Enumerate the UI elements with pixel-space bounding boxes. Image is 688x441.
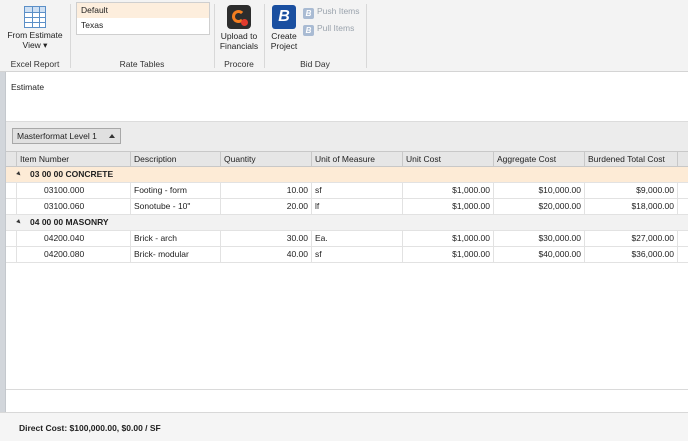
grouping-toolbar: Masterformat Level 1 xyxy=(6,121,688,151)
create-project-button[interactable]: B Create Project xyxy=(266,2,302,51)
cell-quantity[interactable]: 40.00 xyxy=(221,247,312,262)
table-row[interactable]: 04200.040 Brick - arch 30.00 Ea. $1,000.… xyxy=(6,231,688,247)
cell-quantity[interactable]: 10.00 xyxy=(221,183,312,198)
view-label: View ▾ xyxy=(22,40,48,50)
ribbon: From Estimate View ▾ Excel Report Rate T… xyxy=(0,0,688,72)
cell-unit-of-measure[interactable]: sf xyxy=(312,247,403,262)
row-indicator xyxy=(6,199,17,214)
from-estimate-view-button[interactable]: From Estimate View ▾ xyxy=(4,2,66,50)
collapse-triangle-icon[interactable] xyxy=(16,171,22,177)
column-header-unit-of-measure[interactable]: Unit of Measure xyxy=(312,152,403,167)
cell-burdened-total-cost[interactable]: $27,000.00 xyxy=(585,231,678,246)
column-header-description[interactable]: Description xyxy=(131,152,221,167)
rate-table-list[interactable]: Default Texas xyxy=(76,2,210,35)
cell-aggregate-cost[interactable]: $10,000.00 xyxy=(494,183,585,198)
cell-quantity[interactable]: 20.00 xyxy=(221,199,312,214)
column-header-item-number[interactable]: Item Number xyxy=(17,152,131,167)
cell-item-number[interactable]: 03100.000 xyxy=(17,183,131,198)
cell-unit-cost[interactable]: $1,000.00 xyxy=(403,247,494,262)
row-indicator xyxy=(6,183,17,198)
cell-unit-cost[interactable]: $1,000.00 xyxy=(403,199,494,214)
cell-unit-of-measure[interactable]: lf xyxy=(312,199,403,214)
cell-unit-of-measure[interactable]: Ea. xyxy=(312,231,403,246)
table-row[interactable]: 04200.080 Brick- modular 40.00 sf $1,000… xyxy=(6,247,688,263)
buildingconnected-icon: B xyxy=(272,5,296,29)
cell-aggregate-cost[interactable]: $30,000.00 xyxy=(494,231,585,246)
group-title-text: 03 00 00 CONCRETE xyxy=(30,169,114,179)
row-indicator xyxy=(6,231,17,246)
cell-unit-of-measure[interactable]: sf xyxy=(312,183,403,198)
caret-up-icon xyxy=(109,134,115,138)
cell-burdened-total-cost[interactable]: $18,000.00 xyxy=(585,199,678,214)
grid-bottom-divider xyxy=(6,389,688,390)
group-divider xyxy=(366,4,367,68)
procore-icon xyxy=(227,5,251,29)
cell-description[interactable]: Footing - form xyxy=(131,183,221,198)
status-footer: Direct Cost: $100,000.00, $0.00 / SF xyxy=(0,412,688,441)
estimate-title: Estimate xyxy=(11,82,45,92)
from-estimate-label: From Estimate xyxy=(7,30,63,40)
group-row-concrete[interactable]: 03 00 00 CONCRETE xyxy=(6,167,688,183)
group-row-masonry[interactable]: 04 00 00 MASONRY xyxy=(6,215,688,231)
column-header-burdened-total-cost[interactable]: Burdened Total Cost xyxy=(585,152,678,167)
upload-to-financials-button[interactable]: Upload to Financials xyxy=(216,2,262,51)
direct-cost-summary: Direct Cost: $100,000.00, $0.00 / SF xyxy=(19,423,161,433)
collapse-triangle-icon[interactable] xyxy=(16,219,22,225)
table-row[interactable]: 03100.060 Sonotube - 10" 20.00 lf $1,000… xyxy=(6,199,688,215)
push-icon: B xyxy=(303,8,314,19)
procore-label: Procore xyxy=(224,59,254,69)
row-indicator xyxy=(6,247,17,262)
rate-tables-label: Rate Tables xyxy=(119,59,165,69)
upload-label: Upload to xyxy=(220,31,258,41)
cell-item-number[interactable]: 04200.040 xyxy=(17,231,131,246)
group-by-label: Masterformat Level 1 xyxy=(17,131,97,141)
column-header-quantity[interactable]: Quantity xyxy=(221,152,312,167)
pull-items-label: Pull Items xyxy=(317,23,355,33)
column-header-unit-cost[interactable]: Unit Cost xyxy=(403,152,494,167)
cell-unit-cost[interactable]: $1,000.00 xyxy=(403,183,494,198)
spreadsheet-icon xyxy=(24,6,46,28)
push-items-label: Push Items xyxy=(317,6,360,16)
rate-table-item-texas[interactable]: Texas xyxy=(77,18,209,33)
pull-items-button[interactable]: B Pull Items xyxy=(303,21,355,36)
cell-description[interactable]: Brick- modular xyxy=(131,247,221,262)
cell-burdened-total-cost[interactable]: $9,000.00 xyxy=(585,183,678,198)
cell-aggregate-cost[interactable]: $40,000.00 xyxy=(494,247,585,262)
table-row[interactable]: 03100.000 Footing - form 10.00 sf $1,000… xyxy=(6,183,688,199)
group-title: 04 00 00 MASONRY xyxy=(16,215,109,230)
cell-description[interactable]: Sonotube - 10" xyxy=(131,199,221,214)
procore-group: Upload to Financials Procore xyxy=(214,0,264,72)
pull-icon: B xyxy=(303,25,314,36)
row-indicator-header xyxy=(6,152,17,167)
create-label: Create xyxy=(271,31,297,41)
cell-item-number[interactable]: 04200.080 xyxy=(17,247,131,262)
excel-report-label: Excel Report xyxy=(10,59,60,69)
cell-quantity[interactable]: 30.00 xyxy=(221,231,312,246)
grid-header: Item Number Description Quantity Unit of… xyxy=(6,151,688,167)
cell-item-number[interactable]: 03100.060 xyxy=(17,199,131,214)
cell-burdened-total-cost[interactable]: $36,000.00 xyxy=(585,247,678,262)
project-label: Project xyxy=(270,41,298,51)
excel-report-group: From Estimate View ▾ Excel Report xyxy=(0,0,70,72)
cell-description[interactable]: Brick - arch xyxy=(131,231,221,246)
group-title-text: 04 00 00 MASONRY xyxy=(30,217,109,227)
rate-table-item-default[interactable]: Default xyxy=(77,3,209,18)
column-header-aggregate-cost[interactable]: Aggregate Cost xyxy=(494,152,585,167)
cell-aggregate-cost[interactable]: $20,000.00 xyxy=(494,199,585,214)
bid-day-label: Bid Day xyxy=(300,59,330,69)
push-items-button[interactable]: B Push Items xyxy=(303,4,360,19)
cell-unit-cost[interactable]: $1,000.00 xyxy=(403,231,494,246)
group-title: 03 00 00 CONCRETE xyxy=(16,167,114,182)
group-by-dropdown[interactable]: Masterformat Level 1 xyxy=(12,128,121,144)
financials-label: Financials xyxy=(219,41,259,51)
